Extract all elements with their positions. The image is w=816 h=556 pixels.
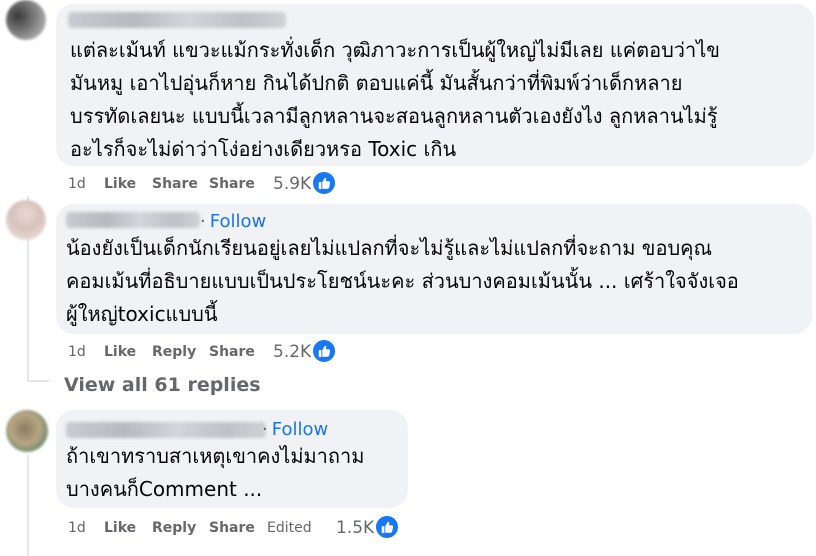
author-name[interactable]	[66, 422, 266, 438]
avatar[interactable]	[6, 0, 46, 40]
comment-text-line: แต่ละเม้นท์ แขวะแม้กระทั่งเด็ก วุฒิภาวะก…	[70, 38, 720, 62]
comment-bubble: แต่ละเม้นท์ แขวะแม้กระทั่งเด็ก วุฒิภาวะก…	[56, 4, 814, 166]
like-icon[interactable]	[375, 515, 399, 539]
author-name[interactable]	[66, 212, 200, 228]
like-button[interactable]: Like	[104, 176, 136, 192]
share-button[interactable]: Share	[209, 520, 255, 536]
comment-actions: 1d Like Reply Share 5.2K	[68, 339, 368, 364]
comment-actions: 1d Like Reply Share Edited 1.5K	[68, 515, 408, 540]
avatar[interactable]	[6, 410, 48, 452]
avatar[interactable]	[6, 200, 46, 240]
reply-button[interactable]: Reply	[152, 520, 196, 536]
comment-text-line: น้องยังเป็นเด็กนักเรียนอยู่เลยไม่แปลกที่…	[66, 236, 713, 260]
thread-line	[27, 380, 49, 382]
view-all-replies-link[interactable]: View all 61 replies	[64, 374, 261, 396]
comment-text-line: มันหมู เอาไปอุ่นก็หาย กินได้ปกติ ตอบแค่น…	[70, 71, 683, 95]
like-button[interactable]: Like	[104, 344, 136, 360]
reaction-count[interactable]: 5.9K	[273, 174, 311, 194]
share-button[interactable]: Share	[209, 176, 255, 192]
comment-actions: 1d Like Share Share 5.9K	[68, 171, 368, 196]
author-name[interactable]	[68, 12, 286, 28]
comment-text: น้องยังเป็นเด็กนักเรียนอยู่เลยไม่แปลกที่…	[66, 232, 739, 331]
reaction-count[interactable]: 1.5K	[336, 518, 374, 538]
timestamp[interactable]: 1d	[68, 344, 86, 360]
follow-button[interactable]: · Follow	[200, 212, 266, 232]
follow-button[interactable]: · Follow	[262, 420, 328, 440]
reply-button[interactable]: Share	[152, 176, 198, 192]
reply-button[interactable]: Reply	[152, 344, 196, 360]
comment-text: แต่ละเม้นท์ แขวะแม้กระทั่งเด็ก วุฒิภาวะก…	[70, 34, 720, 166]
comment-text-line: อะไรก็จะไม่ด่าว่าโง่อย่างเดียวหรอ Toxic …	[70, 137, 457, 161]
timestamp[interactable]: 1d	[68, 176, 86, 192]
thread-line	[27, 455, 29, 556]
comment-text: ถ้าเขาทราบสาเหตุเขาคงไม่มาถาม บางคนก็Com…	[66, 440, 364, 506]
timestamp[interactable]: 1d	[68, 520, 86, 536]
like-button[interactable]: Like	[104, 520, 136, 536]
comment-text-line: ถ้าเขาทราบสาเหตุเขาคงไม่มาถาม	[66, 444, 365, 468]
comment-text-line: คอมเม้นที่อธิบายแบบเป็นประโยชน์นะคะ ส่วน…	[66, 269, 739, 293]
comment-text-line: ผู้ใหญ่toxicแบบนี้	[66, 302, 218, 326]
like-icon[interactable]	[312, 171, 336, 195]
comment-text-line: บรรทัดเลยนะ แบบนี้เวลามีลูกหลานจะสอนลูกห…	[70, 104, 718, 128]
edited-label[interactable]: Edited	[267, 520, 312, 536]
comment-bubble: · Follow น้องยังเป็นเด็กนักเรียนอยู่เลยไม…	[56, 204, 812, 334]
like-icon[interactable]	[312, 339, 336, 363]
comment-text-line: บางคนก็Comment ...	[66, 477, 263, 501]
reaction-count[interactable]: 5.2K	[273, 342, 311, 362]
share-button[interactable]: Share	[209, 344, 255, 360]
comment-bubble: · Follow ถ้าเขาทราบสาเหตุเขาคงไม่มาถาม บา…	[56, 410, 408, 508]
